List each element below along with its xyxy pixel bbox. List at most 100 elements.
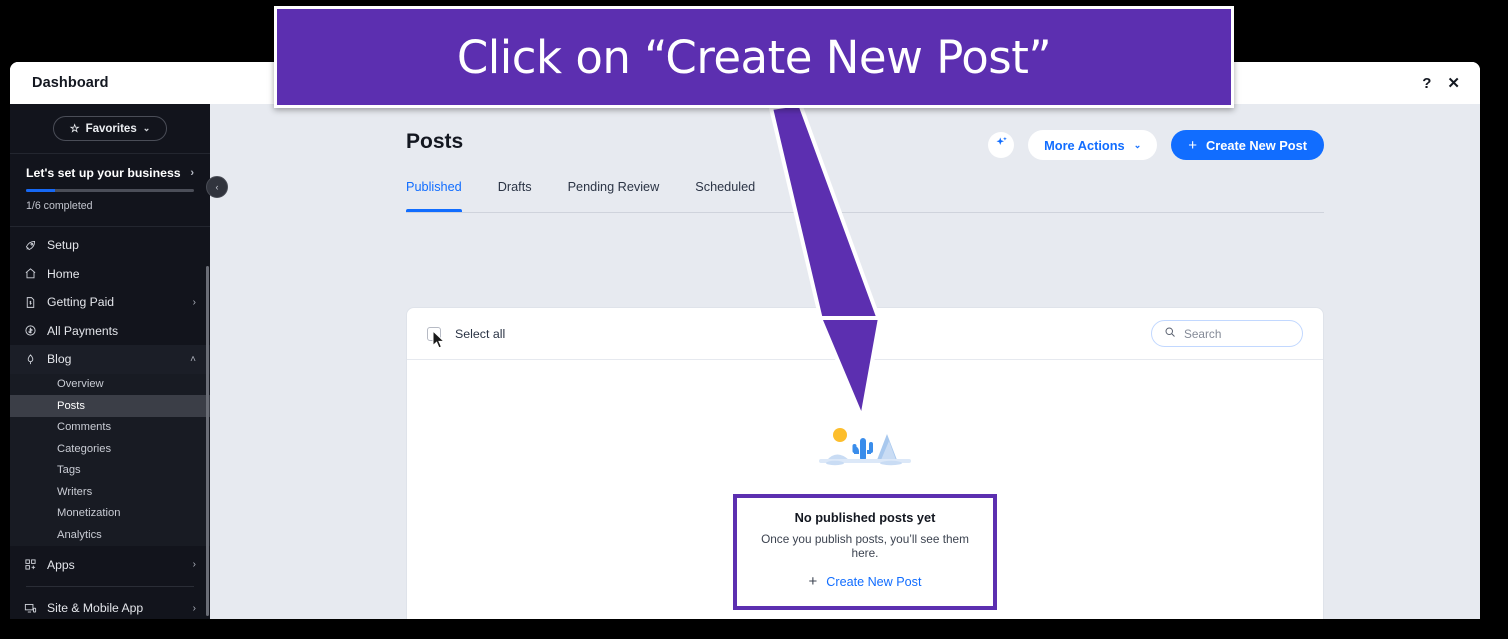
sidebar-subitem-label: Analytics — [57, 528, 102, 541]
plus-icon: + — [1188, 136, 1197, 154]
sidebar-subitem-tags[interactable]: Tags — [10, 460, 210, 482]
pen-icon — [24, 353, 43, 366]
sidebar-item-setup[interactable]: Setup — [10, 231, 210, 260]
chevron-right-icon: › — [192, 602, 196, 614]
tab-published[interactable]: Published — [406, 178, 480, 212]
sparkle-icon — [994, 135, 1009, 155]
sidebar-subitem-label: Categories — [57, 442, 112, 455]
setup-progress-block[interactable]: Let's set up your business › 1/6 complet… — [10, 154, 210, 227]
setup-progress-label: 1/6 completed — [26, 200, 93, 212]
sidebar-subitem-analytics[interactable]: Analytics — [10, 524, 210, 546]
sidebar-subitem-comments[interactable]: Comments — [10, 417, 210, 439]
search-placeholder: Search — [1184, 326, 1222, 341]
sidebar-item-apps[interactable]: Apps › — [10, 551, 210, 580]
sidebar-subitem-label: Monetization — [57, 507, 121, 520]
favorites-button[interactable]: ☆ Favorites ⌄ — [52, 116, 168, 141]
tab-pending-review[interactable]: Pending Review — [550, 178, 678, 212]
sidebar-subitem-overview[interactable]: Overview — [10, 374, 210, 396]
chevron-right-icon: › — [190, 167, 194, 179]
sidebar-item-label: Apps — [47, 557, 75, 572]
help-icon[interactable]: ? — [1422, 76, 1431, 91]
sidebar-divider — [26, 586, 194, 587]
ai-assistant-button[interactable] — [988, 132, 1015, 158]
favorites-section: ☆ Favorites ⌄ — [10, 104, 210, 154]
search-icon — [1164, 325, 1176, 343]
sidebar-subitem-label: Posts — [57, 399, 85, 412]
rocket-icon — [24, 239, 43, 252]
sidebar-item-label: Getting Paid — [47, 295, 115, 310]
sidebar-item-label: Home — [47, 266, 80, 281]
empty-state-title: No published posts yet — [794, 510, 936, 525]
posts-card: Select all Search No published posts yet… — [406, 307, 1324, 619]
empty-state-subtitle: Once you publish posts, you’ll see them … — [761, 532, 969, 560]
chevron-down-icon: ⌄ — [1133, 139, 1142, 150]
close-icon[interactable]: ✕ — [1447, 76, 1460, 91]
more-actions-button[interactable]: More Actions ⌄ — [1028, 130, 1158, 160]
posts-toolbar: Select all Search — [407, 308, 1323, 360]
more-actions-label: More Actions — [1044, 137, 1125, 153]
sidebar-item-home[interactable]: Home — [10, 260, 210, 289]
sidebar-item-blog[interactable]: Blog ˄ — [10, 345, 210, 374]
page-title-topbar: Dashboard — [32, 75, 109, 91]
progress-bar-track — [26, 189, 194, 192]
star-icon: ☆ — [69, 123, 80, 135]
empty-state-highlight-box: No published posts yet Once you publish … — [733, 494, 997, 610]
tab-label: Drafts — [497, 180, 532, 194]
select-all-label: Select all — [455, 326, 506, 341]
page-actions: More Actions ⌄ + Create New Post — [988, 130, 1324, 160]
create-new-post-label: Create New Post — [1206, 137, 1307, 153]
blog-subnav: Overview Posts Comments Categories Tags … — [10, 373, 210, 546]
sidebar-subitem-categories[interactable]: Categories — [10, 438, 210, 460]
sidebar-subitem-writers[interactable]: Writers — [10, 481, 210, 503]
sidebar-item-label: All Payments — [47, 323, 119, 338]
sidebar: ☆ Favorites ⌄ Let's set up your business… — [10, 104, 210, 619]
chevron-right-icon: › — [192, 559, 196, 571]
sidebar-scrollbar[interactable] — [206, 266, 209, 616]
dollar-circle-icon — [24, 324, 43, 337]
chevron-right-icon: › — [192, 296, 196, 308]
sidebar-item-getting-paid[interactable]: Getting Paid › — [10, 288, 210, 317]
sidebar-item-site-mobile-app[interactable]: Site & Mobile App › — [10, 594, 210, 619]
invoice-icon — [24, 296, 43, 309]
sidebar-subitem-label: Overview — [57, 378, 104, 391]
desert-cactus-illustration — [819, 408, 911, 478]
search-input[interactable]: Search — [1151, 320, 1303, 347]
sidebar-item-label: Blog — [47, 352, 72, 367]
tab-label: Scheduled — [695, 180, 756, 194]
sidebar-subitem-posts[interactable]: Posts — [10, 395, 210, 417]
setup-title: Let's set up your business — [26, 166, 181, 180]
apps-icon — [24, 558, 43, 571]
favorites-label: Favorites — [85, 122, 137, 135]
tab-label: Trash — [791, 180, 824, 194]
instruction-banner-text: Click on “Create New Post” — [456, 30, 1052, 84]
app-window: Dashboard ? ✕ ☆ Favorites ⌄ Let's set up… — [10, 62, 1480, 619]
sidebar-subitem-label: Writers — [57, 485, 93, 498]
plus-icon: + — [808, 573, 818, 590]
chevron-up-icon: ˄ — [190, 353, 196, 365]
tab-label: Pending Review — [567, 180, 660, 194]
sidebar-subitem-label: Comments — [57, 421, 112, 434]
mouse-cursor — [432, 329, 446, 354]
sidebar-item-all-payments[interactable]: All Payments — [10, 317, 210, 346]
window-controls: ? ✕ — [1422, 76, 1460, 91]
sidebar-subitem-label: Tags — [57, 464, 81, 477]
tab-label: Published — [406, 180, 462, 194]
collapse-sidebar-button[interactable]: ‹ — [206, 176, 228, 198]
setup-header: Let's set up your business › — [26, 166, 194, 180]
sidebar-item-label: Site & Mobile App — [47, 601, 144, 616]
tab-bar: Published Drafts Pending Review Schedule… — [406, 178, 1324, 213]
chevron-down-icon: ⌄ — [142, 123, 151, 133]
empty-state: No published posts yet Once you publish … — [407, 408, 1323, 610]
sidebar-nav: Setup Home Getting Paid › All Payments B… — [10, 227, 210, 619]
tab-drafts[interactable]: Drafts — [480, 178, 550, 212]
create-new-post-button[interactable]: + Create New Post — [1171, 130, 1324, 160]
monitor-icon — [24, 602, 43, 615]
sidebar-subitem-monetization[interactable]: Monetization — [10, 503, 210, 525]
tab-scheduled[interactable]: Scheduled — [677, 178, 773, 212]
empty-state-link-label: Create New Post — [826, 574, 922, 589]
sidebar-item-label: Setup — [47, 238, 79, 253]
page-title: Posts — [406, 130, 464, 153]
tab-trash[interactable]: Trash — [773, 178, 841, 212]
home-icon — [24, 267, 43, 280]
empty-state-create-new-post-link[interactable]: + Create New Post — [761, 573, 969, 590]
